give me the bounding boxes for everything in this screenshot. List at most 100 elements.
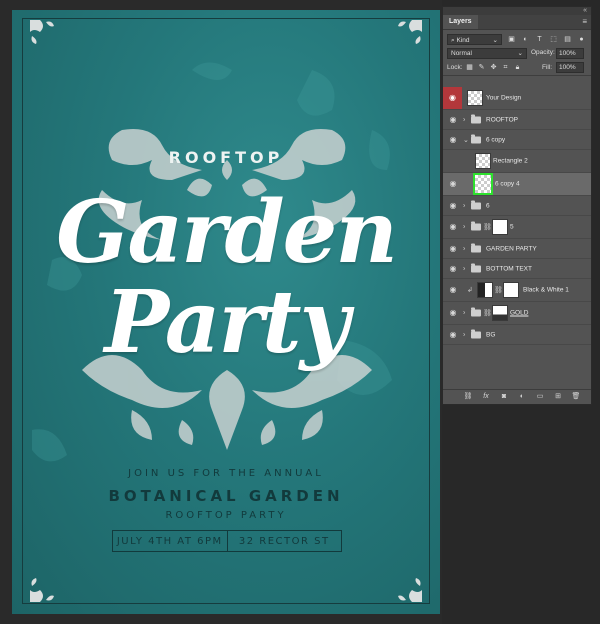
fill-field[interactable]: 100%: [556, 62, 584, 73]
fill-label: Fill:: [542, 64, 553, 71]
chevron-right-icon[interactable]: ›: [463, 245, 465, 252]
chevron-right-icon[interactable]: ›: [463, 331, 465, 338]
eye-icon[interactable]: ◉: [448, 135, 458, 145]
layer-thumbnail: [475, 153, 491, 169]
eye-icon[interactable]: ◉: [448, 264, 458, 274]
lock-transparent-icon[interactable]: ▦: [465, 63, 474, 72]
eye-icon[interactable]: ◉: [448, 222, 458, 232]
eye-icon[interactable]: ◉: [448, 115, 458, 125]
link-icon: ⛓: [483, 310, 492, 317]
layer-mask-thumbnail[interactable]: [492, 305, 508, 321]
corner-ornament-top-right: [398, 20, 422, 44]
layer-row-6-copy[interactable]: ◉ ⌄ 6 copy: [443, 130, 591, 150]
layer-mask-thumbnail[interactable]: [492, 219, 508, 235]
poster-artwork: ROOFTOP Garden Party JOIN US FOR THE ANN…: [12, 10, 440, 614]
filter-shape-icon[interactable]: ⬚: [549, 35, 558, 44]
add-mask-icon[interactable]: ◙: [499, 392, 509, 402]
party-script-title: Party: [104, 272, 349, 373]
layer-name: 6 copy 4: [495, 180, 520, 188]
layer-thumbnail-highlighted: [473, 173, 493, 195]
layer-name: 6: [486, 202, 490, 209]
filter-toggle-icon[interactable]: ●: [577, 35, 586, 44]
corner-ornament-bottom-left: [30, 578, 54, 602]
adjustment-thumbnail: [477, 282, 493, 298]
fill-value: 100%: [559, 64, 576, 71]
eye-icon[interactable]: ◉: [448, 330, 458, 340]
layer-list: ◉ Your Design ◉ › ROOFTOP ◉ ⌄ 6 copy Rec…: [443, 87, 591, 345]
layer-row-5[interactable]: ◉ › ⛓ 5: [443, 216, 591, 239]
panel-titlebar[interactable]: «: [443, 7, 591, 15]
filter-adjustment-icon[interactable]: ◐: [521, 35, 530, 44]
filter-kind-value: Kind: [456, 37, 470, 44]
event-name: BOTANICAL GARDEN: [108, 487, 344, 505]
filter-row: ⌕ Kind ⌄ ▣ ◐ T ⬚ ▤ ●: [443, 33, 591, 47]
layer-name: 6 copy: [486, 136, 506, 143]
lock-artboard-icon[interactable]: ⌗: [501, 63, 510, 72]
lock-brush-icon[interactable]: ✎: [477, 63, 486, 72]
layer-name: Your Design: [486, 94, 522, 102]
filter-smartobject-icon[interactable]: ▤: [563, 35, 572, 44]
chevron-right-icon[interactable]: ›: [463, 224, 465, 231]
eye-icon[interactable]: ◉: [448, 285, 458, 295]
layer-row-black-white-1[interactable]: ◉ ↲ ⛓ Black & White 1: [443, 279, 591, 302]
trash-icon[interactable]: 🗑︎: [571, 392, 581, 402]
opacity-field[interactable]: 100%: [556, 48, 584, 59]
fx-icon[interactable]: fx: [481, 392, 491, 402]
layer-row-bg[interactable]: ◉ › BG: [443, 325, 591, 345]
chevron-down-icon[interactable]: ⌄: [463, 136, 469, 144]
lock-all-icon[interactable]: 🔒︎: [513, 63, 522, 72]
filter-type-icon[interactable]: T: [535, 35, 544, 44]
layer-row-6[interactable]: ◉ › 6: [443, 196, 591, 216]
panel-menu-icon[interactable]: ≡: [582, 17, 587, 27]
layer-row-bottom-text[interactable]: ◉ › BOTTOM TEXT: [443, 259, 591, 279]
layers-panel: « Layers ≡ ⌕ Kind ⌄ ▣ ◐ T ⬚ ▤ ● Normal ⌄…: [442, 6, 592, 405]
event-subtitle: ROOFTOP PARTY: [165, 510, 287, 521]
layer-mask-thumbnail[interactable]: [503, 282, 519, 298]
folder-icon: [471, 329, 481, 338]
eye-icon[interactable]: ◉: [443, 87, 462, 109]
folder-icon: [471, 243, 481, 252]
layer-row-garden-party[interactable]: ◉ › GARDEN PARTY: [443, 239, 591, 259]
clipping-arrow-icon: ↲: [467, 287, 473, 294]
layer-row-6-copy-4[interactable]: ◉ 6 copy 4: [443, 173, 591, 196]
layer-row-rectangle-2[interactable]: Rectangle 2: [443, 150, 591, 173]
document-canvas[interactable]: ROOFTOP Garden Party JOIN US FOR THE ANN…: [0, 0, 442, 624]
layer-row-gold[interactable]: ◉ › ⛓ GOLD: [443, 302, 591, 325]
folder-icon: [471, 307, 481, 317]
collapse-panel-icon[interactable]: «: [583, 7, 587, 15]
chevron-down-icon: ⌄: [492, 37, 498, 44]
eye-icon[interactable]: ◉: [448, 244, 458, 254]
new-group-icon[interactable]: ▭: [535, 392, 545, 402]
eye-icon[interactable]: ◉: [448, 201, 458, 211]
chevron-right-icon[interactable]: ›: [463, 116, 465, 123]
lock-position-icon[interactable]: ✥: [489, 63, 498, 72]
opacity-value: 100%: [559, 50, 576, 57]
layer-thumbnail: [467, 90, 483, 106]
rooftop-heading: ROOFTOP: [168, 148, 284, 167]
eye-icon[interactable]: ◉: [448, 179, 458, 189]
folder-icon: [471, 134, 481, 143]
event-date: JULY 4TH AT 6PM: [116, 535, 223, 547]
new-layer-icon[interactable]: ⊞: [553, 392, 563, 402]
lock-row: Lock: ▦ ✎ ✥ ⌗ 🔒︎ Fill: 100%: [443, 61, 591, 76]
lock-label: Lock:: [447, 64, 463, 71]
filter-kind-select[interactable]: ⌕ Kind ⌄: [447, 34, 502, 45]
layer-row-rooftop[interactable]: ◉ › ROOFTOP: [443, 110, 591, 130]
layer-name: GARDEN PARTY: [486, 245, 537, 252]
adjustment-layer-icon[interactable]: ◐: [517, 392, 527, 402]
eye-icon[interactable]: ◉: [448, 308, 458, 318]
filter-pixel-icon[interactable]: ▣: [507, 35, 516, 44]
folder-icon: [471, 200, 481, 209]
folder-icon: [471, 221, 481, 231]
layer-name: Rectangle 2: [493, 157, 528, 165]
blend-mode-select[interactable]: Normal ⌄: [447, 48, 527, 59]
folder-icon: [471, 114, 481, 123]
tab-layers[interactable]: Layers: [443, 15, 478, 29]
layer-name: Black & White 1: [523, 286, 569, 294]
layer-name: 5: [510, 223, 514, 231]
chevron-right-icon[interactable]: ›: [463, 265, 465, 272]
chevron-right-icon[interactable]: ›: [463, 202, 465, 209]
link-layers-icon[interactable]: ⛓: [463, 392, 473, 402]
chevron-right-icon[interactable]: ›: [463, 310, 465, 317]
layer-row-your-design[interactable]: ◉ Your Design: [443, 87, 591, 110]
